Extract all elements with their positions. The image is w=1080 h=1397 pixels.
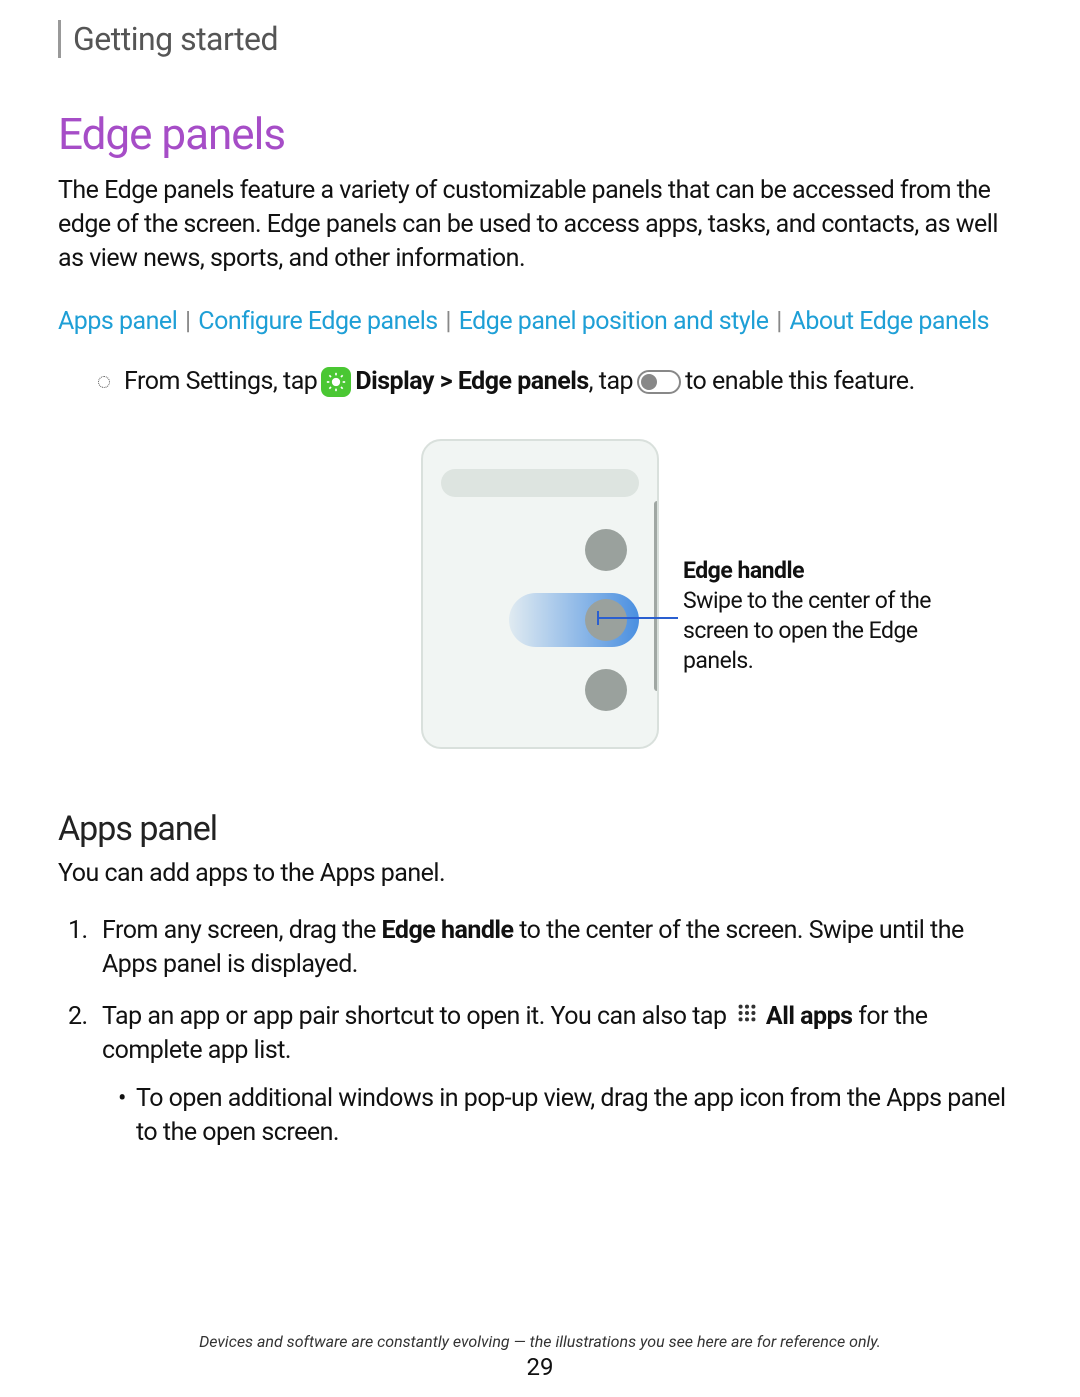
bullet-icon <box>98 376 110 388</box>
section-title-apps-panel: Apps panel <box>58 809 1022 849</box>
link-apps-panel[interactable]: Apps panel <box>58 307 177 336</box>
step1-bold: Edge handle <box>382 916 514 945</box>
link-separator: | <box>776 307 782 336</box>
step-1: 1. From any screen, drag the Edge handle… <box>102 914 1022 982</box>
step-2: 2. Tap an app or app pair shortcut to op… <box>102 1000 1022 1150</box>
step2-bold: All apps <box>766 1002 853 1031</box>
instruction-post: to enable this feature. <box>685 364 915 399</box>
callout-title: Edge handle <box>683 556 943 586</box>
instruction-mid: , tap <box>589 364 633 399</box>
display-icon <box>321 367 351 397</box>
edge-handle <box>654 501 659 691</box>
phone-app-circle <box>585 599 627 641</box>
link-separator: | <box>445 307 451 336</box>
illustration: Edge handle Swipe to the center of the s… <box>58 439 1022 749</box>
link-configure-edge-panels[interactable]: Configure Edge panels <box>198 307 437 336</box>
step-number: 2. <box>68 1000 88 1034</box>
step2-pre: Tap an app or app pair shortcut to open … <box>102 1002 727 1031</box>
instruction-pre: From Settings, tap <box>124 364 317 399</box>
callout-body: Swipe to the center of the screen to ope… <box>683 586 943 676</box>
section-links: Apps panel | Configure Edge panels | Edg… <box>58 307 1022 336</box>
page-number: 29 <box>0 1353 1080 1381</box>
substep-1: To open additional windows in pop-up vie… <box>136 1082 1022 1150</box>
footer-note: Devices and software are constantly evol… <box>0 1332 1080 1351</box>
breadcrumb: Getting started <box>58 20 1022 58</box>
link-about-edge-panels[interactable]: About Edge panels <box>790 307 990 336</box>
phone-mockup <box>421 439 659 749</box>
intro-paragraph: The Edge panels feature a variety of cus… <box>58 174 1022 275</box>
phone-app-circle <box>585 529 627 571</box>
all-apps-icon <box>736 1000 758 1034</box>
instruction-row: From Settings, tap Display > Edge panels… <box>58 364 1022 399</box>
phone-app-circle <box>585 669 627 711</box>
instruction-bold: Display > Edge panels <box>355 364 588 399</box>
toggle-icon <box>637 370 681 394</box>
step-number: 1. <box>68 914 88 948</box>
steps-list: 1. From any screen, drag the Edge handle… <box>58 914 1022 1149</box>
phone-searchbar <box>441 469 639 497</box>
callout-box: Edge handle Swipe to the center of the s… <box>683 556 943 676</box>
substeps-list: To open additional windows in pop-up vie… <box>102 1082 1022 1150</box>
page-title: Edge panels <box>58 108 1022 160</box>
link-edge-panel-position[interactable]: Edge panel position and style <box>459 307 769 336</box>
link-separator: | <box>185 307 191 336</box>
section2-intro: You can add apps to the Apps panel. <box>58 859 1022 888</box>
step1-pre: From any screen, drag the <box>102 916 382 945</box>
